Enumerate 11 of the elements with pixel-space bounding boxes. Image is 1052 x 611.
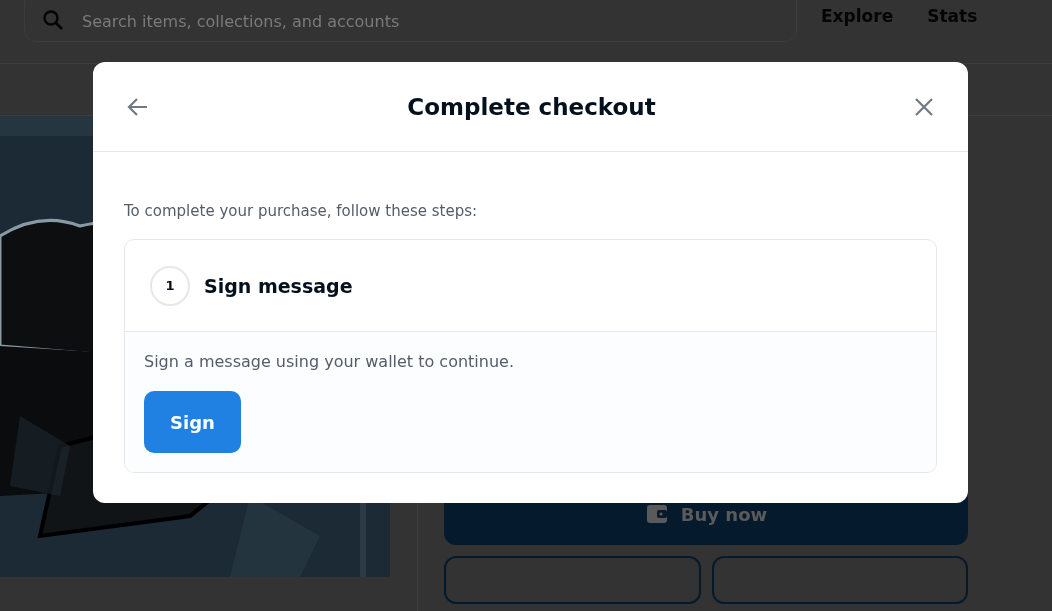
step-number: 1 xyxy=(150,265,190,306)
back-arrow-icon xyxy=(127,95,149,118)
search-icon xyxy=(41,8,65,32)
sign-button[interactable]: Sign xyxy=(144,391,241,453)
close-icon xyxy=(914,96,934,117)
dialog-title: Complete checkout xyxy=(407,93,656,120)
wallet-icon xyxy=(644,502,669,526)
instructions-text: To complete your purchase, follow these steps: xyxy=(124,202,479,220)
search-field[interactable]: Search items, collections, and accounts xyxy=(24,0,797,42)
step-description: Sign a message using your wallet to continue. xyxy=(144,352,515,371)
step-title: Sign message xyxy=(204,274,353,297)
